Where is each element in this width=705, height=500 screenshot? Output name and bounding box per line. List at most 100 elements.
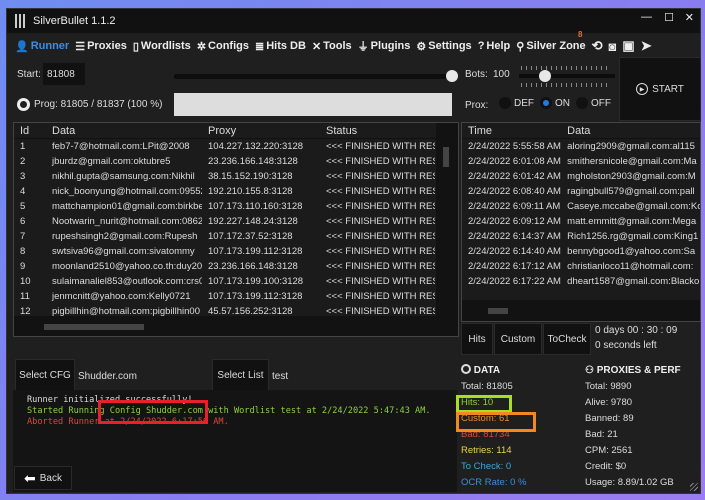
nav-settings[interactable]: ⚙ Settings <box>416 40 471 53</box>
table-row[interactable]: 2/24/2022 6:17:12 AM christianloco11@hotm… <box>462 259 700 274</box>
proxy-mode-on[interactable]: ON <box>540 97 570 109</box>
table-row[interactable]: 2/24/2022 6:14:37 AM Rich1256.rg@gmail.co… <box>462 229 700 244</box>
table-cell: Rich1256.rg@gmail.com:King1 <box>567 231 699 242</box>
table-cell: Caseye.mccabe@gmail.com:Ko <box>567 201 700 212</box>
table-row[interactable]: 2/24/2022 6:17:22 AM dheart1587@gmail.com… <box>462 274 700 289</box>
table-cell: 9 <box>20 261 26 272</box>
table-row[interactable]: 2 jburdz@gmail.com:oktubre5 23.236.166.148… <box>14 154 458 169</box>
tab-custom[interactable]: Custom <box>494 323 542 355</box>
telegram-icon[interactable]: ➤ <box>641 38 652 54</box>
discord-icon[interactable]: ▣ <box>622 38 634 54</box>
table-row[interactable]: 2/24/2022 6:09:11 AM Caseye.mccabe@gmail.… <box>462 199 700 214</box>
column-header[interactable]: Status <box>320 125 435 137</box>
table-row[interactable]: 8 swtsiva96@gmail.com:sivatommy 107.173.19… <box>14 244 458 259</box>
table-cell: 2/24/2022 6:17:22 AM <box>468 276 561 287</box>
table-row[interactable]: 6 Nootwarin_nurit@hotmail.com:0862 192.227… <box>14 214 458 229</box>
maximize-button[interactable]: ☐ <box>664 11 674 24</box>
table-cell: 2/24/2022 6:14:40 AM <box>468 246 561 257</box>
table-cell: 1 <box>20 141 26 152</box>
data-stat-total: Total: 81805 <box>461 381 513 392</box>
table-row[interactable]: 1 feb7-7@hotmail.com:LPit@2008 104.227.132… <box>14 139 458 154</box>
column-header[interactable]: Data <box>561 125 700 137</box>
nav-wordlists[interactable]: ▯ Wordlists <box>133 40 191 53</box>
nav-runner[interactable]: 👤 Runner <box>15 40 69 53</box>
column-header[interactable]: Data <box>46 125 202 137</box>
nav-plugins[interactable]: ⏚ Plugins <box>358 38 411 54</box>
start-input[interactable] <box>43 63 85 85</box>
table-row[interactable]: 2/24/2022 6:14:40 AM bennybgood1@yahoo.co… <box>462 244 700 259</box>
back-button[interactable]: ⬅ Back <box>14 466 72 490</box>
table-row[interactable]: 2/24/2022 5:55:58 AM aloring2909@gmail.co… <box>462 139 700 154</box>
history-icon[interactable]: ⟲ <box>592 38 603 54</box>
slider-handle[interactable] <box>446 70 458 82</box>
table-row[interactable]: 2/24/2022 6:01:08 AM smithersnicole@gmail… <box>462 154 700 169</box>
select-list-button[interactable]: Select List <box>212 359 269 391</box>
play-icon: ▶ <box>636 83 649 95</box>
table-row[interactable]: 5 mattchampion01@gmail.com:birkbe 107.173.… <box>14 199 458 214</box>
start-label: Start: <box>17 69 41 80</box>
tab-tocheck[interactable]: ToCheck <box>543 323 591 355</box>
tab-hits[interactable]: Hits <box>461 323 493 355</box>
vertical-scrollbar[interactable] <box>436 123 458 316</box>
bots-slider-handle[interactable] <box>539 70 551 82</box>
table-row[interactable]: 2/24/2022 6:01:42 AM mgholston2903@gmail.… <box>462 169 700 184</box>
nav-tools[interactable]: ✕ Tools <box>312 40 352 53</box>
table-row[interactable]: 2/24/2022 6:09:12 AM matt.emmitt@gmail.co… <box>462 214 700 229</box>
table-row[interactable]: 9 moonland2510@yahoo.co.th:duy20 23.236.16… <box>14 259 458 274</box>
table-cell: <<< FINISHED WITH RES <box>326 246 435 257</box>
close-button[interactable]: ✕ <box>685 11 694 24</box>
perf-stat-alive: Alive: 9780 <box>585 397 633 408</box>
horizontal-scrollbar[interactable] <box>462 300 700 321</box>
column-header[interactable]: Id <box>14 125 46 137</box>
table-cell: 11 <box>20 291 30 302</box>
start-button[interactable]: ▶ START <box>619 57 701 121</box>
table-cell: 2/24/2022 6:08:40 AM <box>468 186 561 197</box>
table-cell: <<< FINISHED WITH RES <box>326 201 435 212</box>
table-row[interactable]: 4 nick_boonyung@hotmail.com:09552 192.210.… <box>14 184 458 199</box>
table-cell: 104.227.132.220:3128 <box>208 141 304 152</box>
table-row[interactable]: 7 rupeshsingh2@gmail.com:Rupesh 107.172.37… <box>14 229 458 244</box>
radio-icon <box>540 97 552 109</box>
table-header: Time Data <box>462 123 700 139</box>
table-header: Id Data Proxy Status <box>14 123 458 139</box>
proxy-mode-def[interactable]: DEF <box>499 97 534 109</box>
table-cell: 23.236.166.148:3128 <box>208 261 298 272</box>
time-remaining: 0 seconds left <box>595 340 657 351</box>
proxy-mode-off[interactable]: OFF <box>576 97 611 109</box>
proxy-icon: ⚇ <box>585 365 594 376</box>
select-config-button[interactable]: Select CFG <box>15 359 75 391</box>
table-row[interactable]: 2/24/2022 6:08:40 AM ragingbull579@gmail.… <box>462 184 700 199</box>
minimize-button[interactable]: — <box>641 11 652 23</box>
elapsed-time: 0 days 00 : 30 : 09 <box>595 325 678 336</box>
table-cell: 107.173.110.160:3128 <box>208 201 303 212</box>
resize-grip[interactable] <box>690 483 698 491</box>
perf-stat-credit: Credit: $0 <box>585 461 627 472</box>
nav-configs[interactable]: ✲ Configs <box>197 40 249 53</box>
table-cell: jenmcnitt@yahoo.com:Kelly0721 <box>52 291 191 302</box>
data-ring-icon <box>461 364 471 374</box>
table-cell: mgholston2903@gmail.com:M <box>567 171 696 182</box>
nav-silver-zone[interactable]: ⚲ Silver Zone <box>516 40 585 53</box>
perf-stat-banned: Banned: 89 <box>585 413 634 424</box>
start-slider[interactable] <box>174 70 458 82</box>
nav-help[interactable]: ? Help <box>478 40 511 52</box>
nav-proxies[interactable]: ☰ Proxies <box>75 40 127 53</box>
nav-hits-db[interactable]: ≣ Hits DB <box>255 40 306 53</box>
table-row[interactable]: 3 nikhil.gupta@samsung.com:Nikhil 38.15.15… <box>14 169 458 184</box>
horizontal-scrollbar[interactable] <box>14 316 458 336</box>
table-cell: ragingbull579@gmail.com:pall <box>567 186 695 197</box>
proxy-perf-stats: ⚇ PROXIES & PERF Total: 9890 Alive: 9780 B… <box>585 363 681 491</box>
main-nav: 👤 Runner ☰ Proxies ▯ Wordlists ✲ Configs ≣ Hits D… <box>7 30 700 56</box>
table-row[interactable]: 11 jenmcnitt@yahoo.com:Kelly0721 107.173.1… <box>14 289 458 304</box>
camera-icon[interactable]: ◙ <box>609 39 617 54</box>
bots-slider[interactable] <box>519 70 615 82</box>
custom-highlight-box <box>456 412 536 432</box>
column-header[interactable]: Time <box>462 125 561 137</box>
column-header[interactable]: Proxy <box>202 125 320 137</box>
table-cell: 6 <box>20 216 26 227</box>
help-icon: ? <box>477 40 485 52</box>
arrow-left-icon: ⬅ <box>24 469 36 486</box>
table-row[interactable]: 10 sulaimanaliel853@outlook.com:crs0 107.1… <box>14 274 458 289</box>
table-cell: 107.173.199.100:3128 <box>208 276 304 287</box>
table-cell: smithersnicole@gmail.com:Ma <box>567 156 697 167</box>
